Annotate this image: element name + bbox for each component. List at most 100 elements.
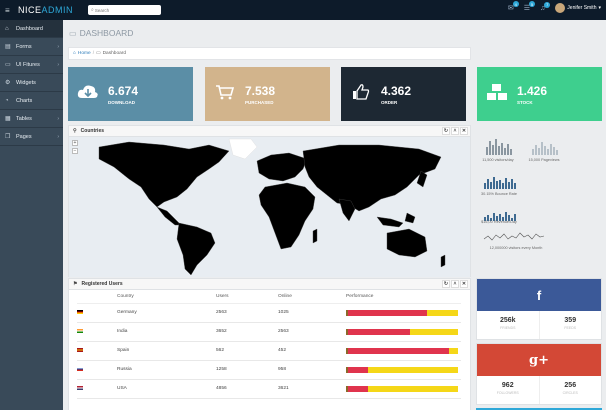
notification-badge: 5 [529, 1, 536, 7]
countries-panel: ⚲ Countries ↻ ˄ ✕ + − [68, 125, 471, 277]
stat-value: 7.538 [245, 83, 276, 98]
stat-tile-stock[interactable]: 1.426 STOCK [477, 67, 602, 121]
performance-fill [346, 347, 450, 354]
sidebar: ⌂ Dashboard ▤ Forms › ▭ UI Fitures › ⚙ W… [0, 20, 63, 410]
world-map[interactable]: + − [69, 137, 470, 277]
country-cell: USA [117, 379, 216, 399]
close-icon[interactable]: ✕ [460, 280, 468, 288]
collapse-icon[interactable]: ˄ [451, 280, 459, 288]
table-row[interactable]: Germany 2563 1025 [77, 303, 461, 323]
home-icon: ⌂ [73, 51, 76, 56]
table-row[interactable]: India 3652 2563 [77, 322, 461, 342]
desktop-icon: ▭ [5, 62, 11, 68]
cubes-icon [477, 83, 517, 106]
sidebar-item-pages[interactable]: ❐ Pages › [0, 128, 63, 146]
country-flag-icon [77, 366, 83, 371]
facebook-widget[interactable]: f 256k FRIENDS 359 FEEDS [476, 278, 602, 340]
country-cell: Germany [117, 303, 216, 323]
bell-icon[interactable]: ♫ 7 [540, 1, 551, 12]
cloud-download-icon [68, 84, 108, 105]
users-cell: 3652 [216, 322, 278, 342]
pages-icon: ❐ [5, 134, 11, 140]
google-plus-widget[interactable]: g+ 962 FOLLOWERS 256 CIRCLES [476, 343, 602, 405]
bounce-rate-label: 30.15% Bounce Rate [481, 192, 517, 196]
envelope-icon[interactable]: ✉ 4 [508, 1, 519, 12]
panel-header: ⚲ Countries ↻ ˄ ✕ [69, 126, 470, 137]
notification-badge: 4 [512, 1, 519, 7]
country-cell: India [117, 322, 216, 342]
feeds-label: FEEDS [564, 326, 577, 330]
chevron-down-icon: ▾ [598, 5, 601, 11]
map-marker-icon: ⚲ [73, 128, 77, 134]
online-cell: 3621 [278, 379, 346, 399]
users-cell: 562 [216, 341, 278, 361]
registered-users-panel: ⚑ Registered Users ↻ ˄ ✕ Country Users O… [68, 278, 471, 410]
breadcrumb-current: Dashboard [102, 51, 127, 56]
stat-tile-download[interactable]: 6.674 DOWNLOAD [68, 67, 193, 121]
feeds-count: 359 [564, 317, 577, 324]
stat-label: STOCK [517, 99, 533, 105]
monthly-visitors-label: 12,000000 visitors every Month [489, 246, 543, 250]
zoom-in-button[interactable]: + [72, 140, 78, 146]
stat-value: 1.426 [517, 83, 548, 98]
user-menu[interactable]: Jenifer Smith ▾ [555, 3, 601, 13]
column-header: Country [117, 290, 216, 304]
online-cell: 1025 [278, 303, 346, 323]
google-plus-icon: g+ [477, 344, 601, 376]
stat-tile-purchased[interactable]: 7.538 PURCHASED [205, 67, 330, 121]
search-input[interactable] [94, 7, 155, 13]
table-header-row: Country Users Online Performance [77, 290, 461, 304]
revenue-label: $16,00 Revenue/Day [481, 220, 517, 224]
table-row[interactable]: Spain 562 452 [77, 341, 461, 361]
friends-label: FRIENDS [500, 326, 516, 330]
sidebar-item-charts[interactable]: ◔ Charts [0, 92, 63, 110]
table-row[interactable]: USA 4856 3621 [77, 379, 461, 399]
sidebar-item-forms[interactable]: ▤ Forms › [0, 38, 63, 56]
visitors-per-day-label: 11,500 visitors/day [482, 158, 514, 162]
tasks-icon[interactable]: ☰ 5 [524, 1, 536, 12]
mini-stats-charts [483, 139, 558, 241]
country-flag-icon [77, 385, 83, 390]
followers-label: FOLLOWERS [496, 391, 519, 395]
table-icon: ▦ [5, 116, 11, 122]
laptop-icon: ▭ [69, 28, 77, 38]
menu-toggle-icon[interactable]: ≡ [5, 6, 15, 15]
friends-count: 256k [499, 317, 516, 324]
country-flag-icon [77, 328, 83, 333]
search-icon: ⌕ [91, 7, 94, 13]
sidebar-item-dashboard[interactable]: ⌂ Dashboard [0, 20, 63, 38]
collapse-icon[interactable]: ˄ [451, 127, 459, 135]
sidebar-item-ui-fitures[interactable]: ▭ UI Fitures › [0, 56, 63, 74]
chevron-right-icon: › [57, 115, 59, 122]
circles-count: 256 [564, 382, 577, 389]
performance-bar [346, 385, 458, 392]
country-flag-icon [77, 347, 83, 352]
performance-fill [346, 309, 427, 316]
table-row[interactable]: Russia 1258 958 [77, 360, 461, 380]
performance-fill [346, 328, 410, 335]
gear-icon: ⚙ [5, 80, 11, 86]
stat-label: PURCHASED [245, 99, 274, 105]
brand-logo[interactable]: NICEADMIN [18, 5, 73, 15]
chevron-right-icon: › [57, 43, 59, 50]
breadcrumb-home-link[interactable]: Home [78, 51, 91, 56]
column-header: Users [216, 290, 278, 304]
notification-badge: 7 [544, 1, 551, 8]
performance-fill [346, 366, 369, 373]
performance-bar [346, 328, 458, 335]
performance-bar [346, 347, 458, 354]
zoom-out-button[interactable]: − [72, 148, 78, 154]
stat-value: 4.362 [381, 83, 412, 98]
refresh-icon[interactable]: ↻ [442, 127, 450, 135]
search-box[interactable]: ⌕ [88, 5, 162, 15]
sidebar-item-tables[interactable]: ▦ Tables › [0, 110, 63, 128]
facebook-icon: f [477, 279, 601, 311]
refresh-icon[interactable]: ↻ [442, 280, 450, 288]
online-cell: 452 [278, 341, 346, 361]
stat-tile-order[interactable]: 4.362 ORDER [341, 67, 466, 121]
users-table: Country Users Online Performance Germany… [77, 290, 461, 399]
document-icon: ▤ [5, 44, 11, 50]
close-icon[interactable]: ✕ [460, 127, 468, 135]
sidebar-item-widgets[interactable]: ⚙ Widgets [0, 74, 63, 92]
followers-count: 962 [501, 382, 514, 389]
